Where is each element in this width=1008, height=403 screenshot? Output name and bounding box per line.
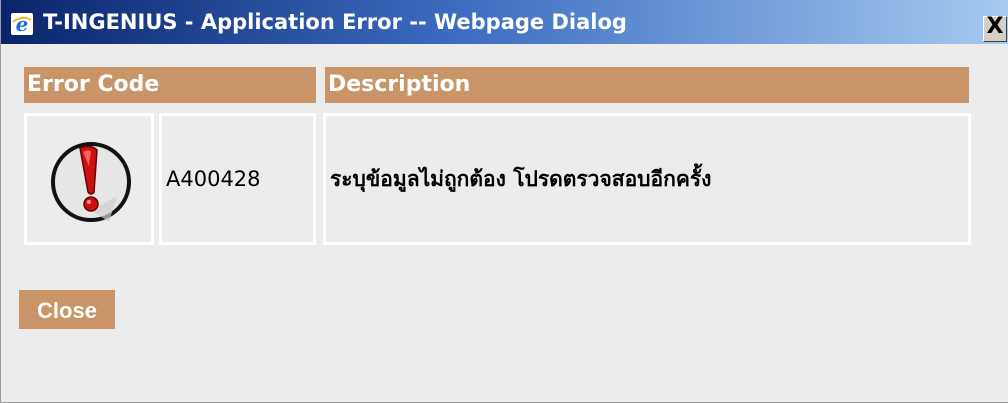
error-icon-cell <box>24 113 154 245</box>
close-icon[interactable]: X <box>983 14 1007 42</box>
title-bar[interactable]: e T-INGENIUS - Application Error -- Webp… <box>1 0 1008 44</box>
error-description-cell: ระบุข้อมูลไม่ถูกต้อง โปรดตรวจสอบอีกครั้ง <box>323 113 971 245</box>
column-header-error-code: Error Code <box>24 67 316 103</box>
column-header-description: Description <box>325 67 969 103</box>
error-description-text: ระบุข้อมูลไม่ถูกต้อง โปรดตรวจสอบอีกครั้ง <box>330 167 712 191</box>
close-button[interactable]: Close <box>19 290 115 329</box>
window-title: T-INGENIUS - Application Error -- Webpag… <box>43 10 627 34</box>
error-exclamation-icon <box>51 142 131 222</box>
error-dialog-window: e T-INGENIUS - Application Error -- Webp… <box>0 0 1008 403</box>
svg-text:e: e <box>16 13 29 35</box>
error-code-value: A400428 <box>166 167 261 191</box>
error-code-cell: A400428 <box>159 113 316 245</box>
ie-icon: e <box>11 13 33 35</box>
close-icon-glyph: X <box>986 14 1004 39</box>
